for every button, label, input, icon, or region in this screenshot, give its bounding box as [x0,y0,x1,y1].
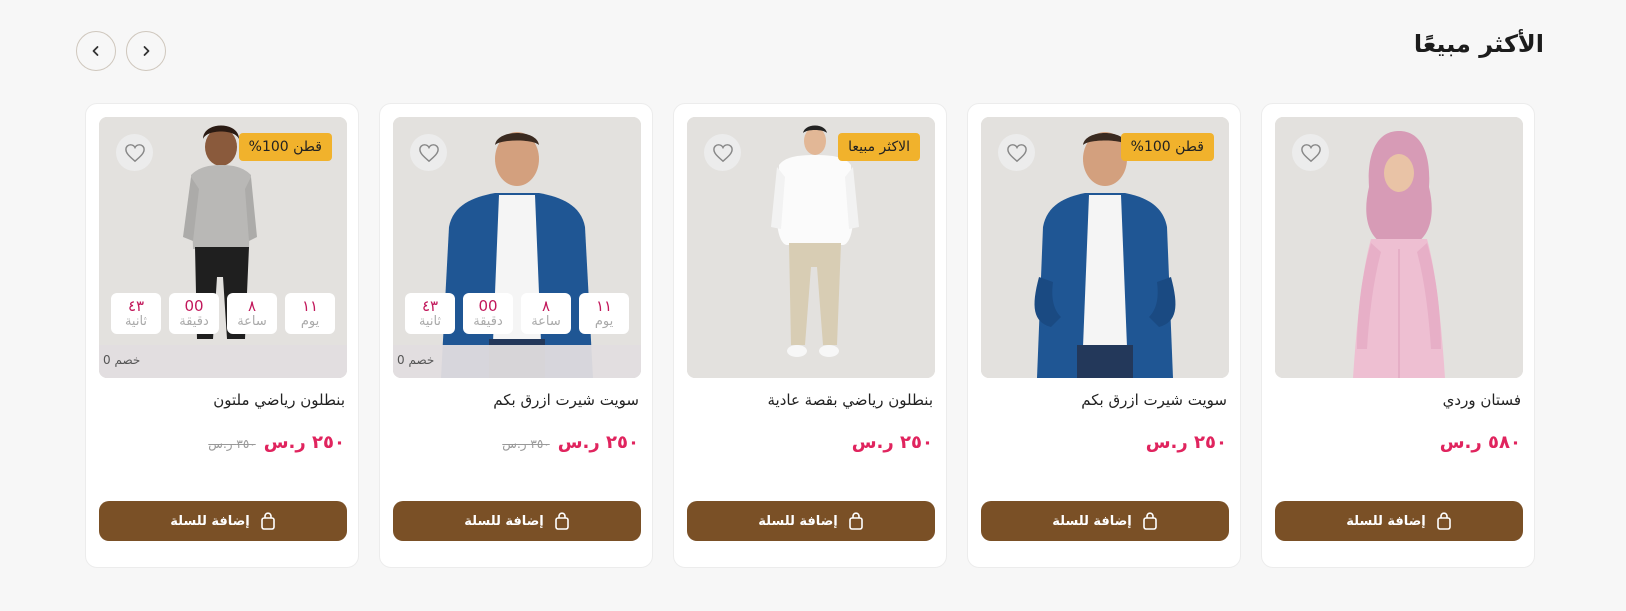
countdown-minutes: 00 دقيقة [463,293,513,334]
countdown-timer: ١١ يوم ٨ ساعة 00 دقيقة ٤٣ ثانية [405,293,629,334]
product-name[interactable]: فستان وردي [1443,391,1521,409]
product-price: ٢٥٠ ر.س [1145,432,1227,453]
countdown-hours: ٨ ساعة [227,293,277,334]
section-title: الأكثر مبيعًا [1413,30,1544,58]
shopping-bag-icon [848,512,863,530]
shopping-bag-icon [1436,512,1451,530]
product-name[interactable]: سويت شيرت ازرق بكم [493,391,639,409]
product-image[interactable]: قطن 100% [981,117,1229,378]
price-row: ٥٨٠ ر.س [1440,432,1521,453]
favorite-button[interactable] [998,134,1035,171]
countdown-seconds-value: ٤٣ [127,297,145,316]
product-image[interactable] [1275,117,1523,378]
favorite-button[interactable] [116,134,153,171]
price-row: ٢٥٠ ر.س [1146,432,1227,453]
countdown-days-value: ١١ [595,297,613,316]
product-image[interactable]: قطن 100% ١١ يوم ٨ ساعة 00 دقيقة ٤٣ ثانية [99,117,347,378]
discount-strip: خصم 0 [393,345,641,378]
product-card[interactable]: قطن 100% سويت شيرت ازرق بكم ٢٥٠ ر.س إضاف… [967,103,1241,568]
heart-icon [712,143,733,162]
countdown-minutes-value: 00 [184,297,204,316]
add-to-cart-button[interactable]: إضافة للسلة [393,501,641,541]
add-to-cart-button[interactable]: إضافة للسلة [981,501,1229,541]
countdown-seconds-label: ثانية [124,313,148,329]
add-to-cart-label: إضافة للسلة [464,513,544,529]
product-badge: قطن 100% [1120,133,1214,161]
product-price: ٢٥٠ ر.س [263,432,345,453]
product-price: ٢٥٠ ر.س [557,432,639,453]
product-old-price: ٣٥٠ ر.س [208,437,256,451]
chevron-left-icon [92,46,99,56]
heart-icon [124,143,145,162]
countdown-days-value: ١١ [301,297,319,316]
carousel-next-button[interactable] [126,31,166,71]
product-badge: الاكثر مبيعا [838,133,920,161]
countdown-seconds-label: ثانية [418,313,442,329]
countdown-days-label: يوم [300,313,320,329]
add-to-cart-button[interactable]: إضافة للسلة [1275,501,1523,541]
product-name[interactable]: سويت شيرت ازرق بكم [1081,391,1227,409]
add-to-cart-label: إضافة للسلة [170,513,250,529]
countdown-days-label: يوم [594,313,614,329]
product-image[interactable]: ١١ يوم ٨ ساعة 00 دقيقة ٤٣ ثانية خصم 0 [393,117,641,378]
product-name[interactable]: بنطلون رياضي بقصة عادية [768,391,934,409]
countdown-minutes-label: دقيقة [473,313,503,329]
discount-label: خصم 0 [103,353,141,367]
product-card[interactable]: الاكثر مبيعا بنطلون رياضي بقصة عادية ٢٥٠… [673,103,947,568]
price-row: ٢٥٠ ر.س [852,432,933,453]
countdown-seconds: ٤٣ ثانية [111,293,161,334]
add-to-cart-label: إضافة للسلة [758,513,838,529]
product-badge: قطن 100% [238,133,332,161]
countdown-hours-value: ٨ [541,297,551,316]
product-card[interactable]: فستان وردي ٥٨٠ ر.س إضافة للسلة [1261,103,1535,568]
add-to-cart-label: إضافة للسلة [1052,513,1132,529]
countdown-minutes-label: دقيقة [179,313,209,329]
price-row: ٢٥٠ ر.س ٣٥٠ ر.س [502,432,639,453]
discount-label: خصم 0 [397,353,435,367]
price-row: ٢٥٠ ر.س ٣٥٠ ر.س [208,432,345,453]
countdown-days: ١١ يوم [285,293,335,334]
favorite-button[interactable] [704,134,741,171]
favorite-button[interactable] [1292,134,1329,171]
add-to-cart-label: إضافة للسلة [1346,513,1426,529]
product-card[interactable]: قطن 100% ١١ يوم ٨ ساعة 00 دقيقة ٤٣ ثانية [85,103,359,568]
heart-icon [1006,143,1027,162]
countdown-hours-label: ساعة [531,313,561,329]
shopping-bag-icon [1142,512,1157,530]
countdown-hours-value: ٨ [247,297,257,316]
add-to-cart-button[interactable]: إضافة للسلة [687,501,935,541]
heart-icon [418,143,439,162]
countdown-timer: ١١ يوم ٨ ساعة 00 دقيقة ٤٣ ثانية [111,293,335,334]
countdown-seconds-value: ٤٣ [421,297,439,316]
countdown-seconds: ٤٣ ثانية [405,293,455,334]
product-old-price: ٣٥٠ ر.س [502,437,550,451]
shopping-bag-icon [554,512,569,530]
carousel-prev-button[interactable] [76,31,116,71]
countdown-minutes-value: 00 [478,297,498,316]
product-card[interactable]: ١١ يوم ٨ ساعة 00 دقيقة ٤٣ ثانية خصم 0 سو… [379,103,653,568]
product-carousel: فستان وردي ٥٨٠ ر.س إضافة للسلة قطن 100% … [85,103,1535,568]
countdown-days: ١١ يوم [579,293,629,334]
add-to-cart-button[interactable]: إضافة للسلة [99,501,347,541]
countdown-hours-label: ساعة [237,313,267,329]
shopping-bag-icon [260,512,275,530]
chevron-right-icon [143,46,150,56]
product-name[interactable]: بنطلون رياضي ملتون [213,391,345,409]
product-price: ٥٨٠ ر.س [1439,432,1521,453]
product-price: ٢٥٠ ر.س [851,432,933,453]
favorite-button[interactable] [410,134,447,171]
countdown-minutes: 00 دقيقة [169,293,219,334]
heart-icon [1300,143,1321,162]
product-image[interactable]: الاكثر مبيعا [687,117,935,378]
discount-strip: خصم 0 [99,345,347,378]
countdown-hours: ٨ ساعة [521,293,571,334]
